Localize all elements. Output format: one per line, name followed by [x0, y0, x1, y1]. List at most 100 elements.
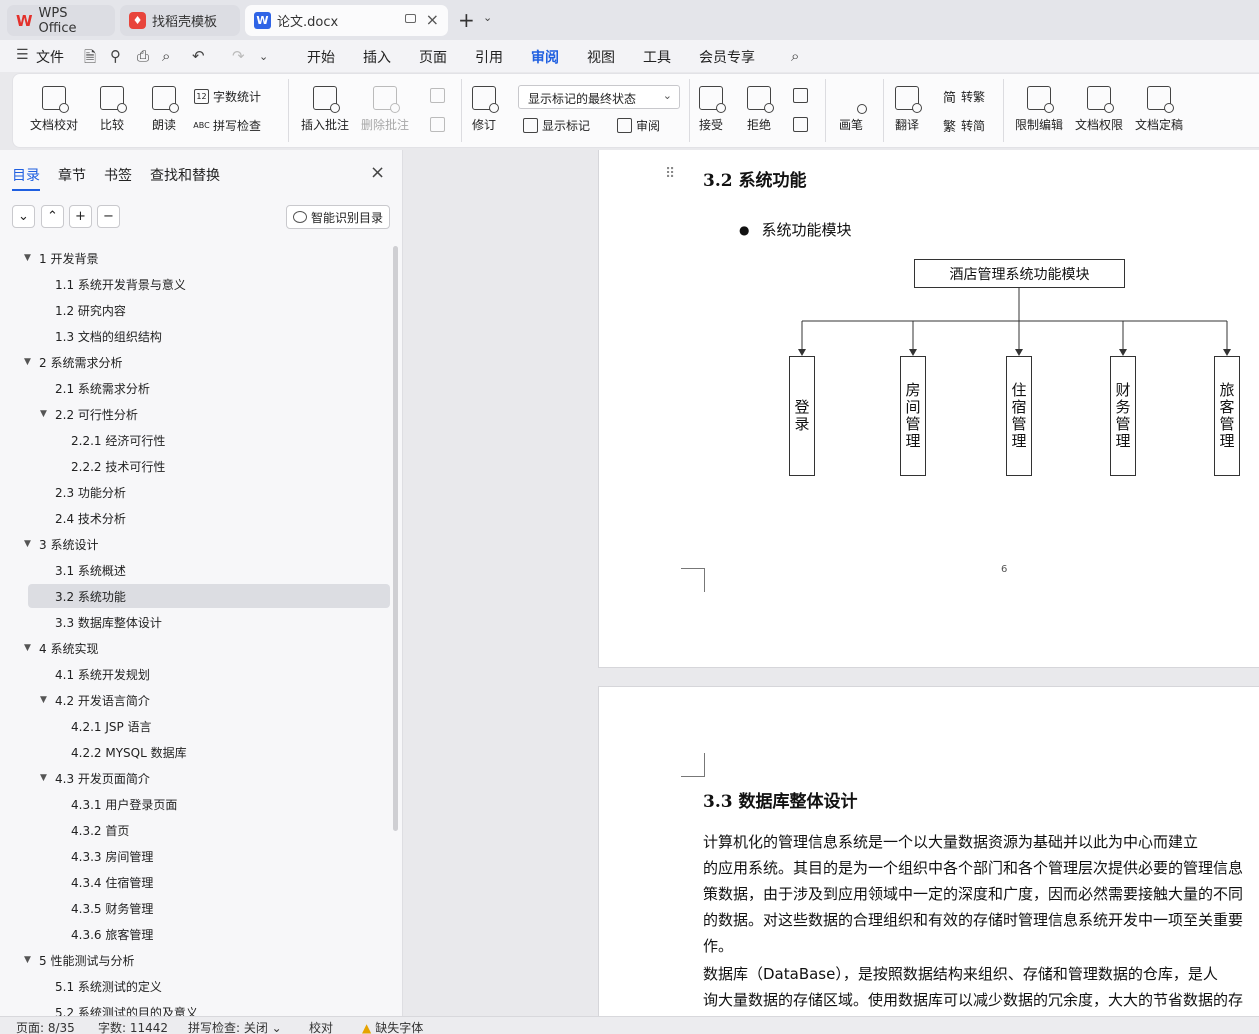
next-comment-button[interactable]	[430, 117, 449, 132]
toc-item[interactable]: ▼ 3 系统设计	[24, 532, 390, 556]
collapse-icon[interactable]: ⌃	[41, 205, 64, 228]
markup-state-dropdown[interactable]: 显示标记的最终状态 ⌄	[518, 85, 680, 109]
smart-toc-button[interactable]: 智能识别目录	[286, 205, 390, 229]
toc-item[interactable]: 5.2 系统测试的目的及意义	[28, 1000, 390, 1017]
toc-item[interactable]: 1.2 研究内容	[28, 298, 390, 322]
menu-home[interactable]: 开始	[307, 47, 335, 67]
search-icon[interactable]: ⌕	[791, 47, 799, 65]
toc-item[interactable]: 4.2.2 MYSQL 数据库	[28, 740, 390, 764]
doc-check-button[interactable]: 文档校对	[30, 86, 78, 133]
doc-finalize-button[interactable]: 文档定稿	[1135, 86, 1183, 133]
share-icon[interactable]: ⚲	[110, 47, 121, 65]
hamburger-menu-icon[interactable]: ☰	[16, 47, 29, 63]
tab-chapter[interactable]: 章节	[58, 165, 86, 185]
proof-status[interactable]: 校对	[309, 1019, 333, 1034]
reject-button[interactable]: 拒绝	[747, 86, 774, 133]
doc-permission-button[interactable]: 文档权限	[1075, 86, 1123, 133]
expand-icon[interactable]: ⌄	[12, 205, 35, 228]
toc-item[interactable]: ▼ 4.2 开发语言简介	[28, 688, 390, 712]
accept-button[interactable]: 接受	[699, 86, 726, 133]
compare-button[interactable]: 比较	[100, 86, 127, 133]
menu-view[interactable]: 视图	[587, 47, 615, 67]
toc-item[interactable]: 3.2 系统功能	[28, 584, 390, 608]
close-tab-icon[interactable]: ×	[426, 10, 439, 29]
tab-find-replace[interactable]: 查找和替换	[150, 165, 220, 185]
tab-wps-office[interactable]: W WPS Office	[7, 5, 115, 36]
caret-down-icon[interactable]: ▼	[24, 539, 31, 549]
toc-item[interactable]: ▼ 5 性能测试与分析	[24, 948, 390, 972]
toc-item[interactable]: 2.3 功能分析	[28, 480, 390, 504]
toc-item[interactable]: ▼ 2.2 可行性分析	[28, 402, 390, 426]
document-page[interactable]: 3.3 数据库整体设计 计算机化的管理信息系统是一个以大量数据资源为基础并以此为…	[598, 686, 1259, 1016]
chevron-down-icon[interactable]: ⌄	[483, 11, 492, 24]
pen-button[interactable]: 画笔	[839, 86, 867, 133]
toc-item[interactable]: 3.3 数据库整体设计	[28, 610, 390, 634]
toc-item[interactable]: 4.3.2 首页	[28, 818, 390, 842]
toc-item[interactable]: 4.1 系统开发规划	[28, 662, 390, 686]
caret-down-icon[interactable]: ▼	[40, 773, 47, 783]
prev-change-button[interactable]	[793, 88, 812, 103]
toc-item[interactable]: 2.4 技术分析	[28, 506, 390, 530]
toc-item[interactable]: ▼ 2 系统需求分析	[24, 350, 390, 374]
toc-item[interactable]: 2.2.1 经济可行性	[28, 428, 390, 452]
toc-item[interactable]: 4.3.3 房间管理	[28, 844, 390, 868]
print-icon[interactable]: ⎙	[137, 47, 149, 65]
read-aloud-button[interactable]: 朗读	[152, 86, 179, 133]
close-pane-icon[interactable]: ×	[370, 162, 385, 183]
spell-check-status[interactable]: 拼写检查: 关闭 ⌄	[188, 1019, 282, 1034]
toc-item[interactable]: 2.1 系统需求分析	[28, 376, 390, 400]
toc-item[interactable]: 3.1 系统概述	[28, 558, 390, 582]
spell-check-button[interactable]: ABC 拼写检查	[193, 117, 261, 134]
menu-review[interactable]: 审阅	[531, 47, 559, 75]
to-simplified-button[interactable]: 繁 转简	[942, 117, 985, 135]
caret-down-icon[interactable]: ▼	[24, 643, 31, 653]
add-heading-icon[interactable]: +	[69, 205, 92, 228]
new-tab-icon[interactable]: +	[458, 8, 475, 32]
undo-icon[interactable]: ↶	[192, 47, 205, 65]
missing-font-status[interactable]: ▲ 缺失字体	[362, 1019, 423, 1034]
page-indicator[interactable]: 页面: 8/35	[16, 1019, 75, 1034]
next-change-button[interactable]	[793, 117, 812, 132]
scrollbar[interactable]	[393, 246, 398, 831]
revise-button[interactable]: 修订	[472, 86, 499, 133]
caret-down-icon[interactable]: ▼	[40, 695, 47, 705]
caret-down-icon[interactable]: ▼	[24, 357, 31, 367]
toc-item[interactable]: 1.1 系统开发背景与意义	[28, 272, 390, 296]
tab-daoke-templates[interactable]: ♦ 找稻壳模板	[120, 5, 240, 36]
window-icon[interactable]	[405, 14, 416, 23]
menu-reference[interactable]: 引用	[475, 47, 503, 67]
print-preview-icon[interactable]: ⌕	[162, 47, 170, 65]
save-icon[interactable]: 🗎	[84, 47, 96, 72]
toc-item[interactable]: 4.3.5 财务管理	[28, 896, 390, 920]
tab-toc[interactable]: 目录	[12, 165, 40, 191]
toc-item[interactable]: ▼ 4.3 开发页面简介	[28, 766, 390, 790]
tab-document[interactable]: W 论文.docx ×	[245, 5, 448, 36]
remove-heading-icon[interactable]: −	[97, 205, 120, 228]
menu-tools[interactable]: 工具	[643, 47, 671, 67]
document-area[interactable]: ⠿ 3.2 系统功能 系统功能模块 酒店管理系统功能模块 登录	[404, 150, 1259, 1016]
menu-file[interactable]: 文件	[36, 47, 64, 67]
toc-item[interactable]: 4.3.6 旅客管理	[28, 922, 390, 946]
menu-insert[interactable]: 插入	[363, 47, 391, 67]
quick-access-more-icon[interactable]: ⌄	[259, 50, 268, 63]
menu-page[interactable]: 页面	[419, 47, 447, 67]
toc-item[interactable]: ▼ 4 系统实现	[24, 636, 390, 660]
word-count[interactable]: 字数: 11442	[98, 1019, 168, 1034]
delete-comment-button[interactable]: 删除批注	[361, 86, 409, 133]
review-pane-button[interactable]: 审阅	[617, 117, 660, 134]
to-traditional-button[interactable]: 简 转繁	[942, 88, 985, 106]
caret-down-icon[interactable]: ▼	[24, 253, 31, 263]
toc-item[interactable]: 4.3.1 用户登录页面	[28, 792, 390, 816]
restrict-edit-button[interactable]: 限制编辑	[1015, 86, 1063, 133]
caret-down-icon[interactable]: ▼	[24, 955, 31, 965]
document-page[interactable]: ⠿ 3.2 系统功能 系统功能模块 酒店管理系统功能模块 登录	[598, 150, 1259, 668]
toc-item[interactable]: ▼ 1 开发背景	[24, 246, 390, 270]
toc-item[interactable]: 5.1 系统测试的定义	[28, 974, 390, 998]
toc-item[interactable]: 1.3 文档的组织结构	[28, 324, 390, 348]
translate-button[interactable]: 翻译	[895, 86, 922, 133]
redo-icon[interactable]: ↷	[232, 47, 245, 65]
tab-bookmark[interactable]: 书签	[104, 165, 132, 185]
word-count-button[interactable]: 12 字数统计	[194, 88, 261, 105]
insert-comment-button[interactable]: 插入批注	[301, 86, 349, 133]
toc-item[interactable]: 4.3.4 住宿管理	[28, 870, 390, 894]
